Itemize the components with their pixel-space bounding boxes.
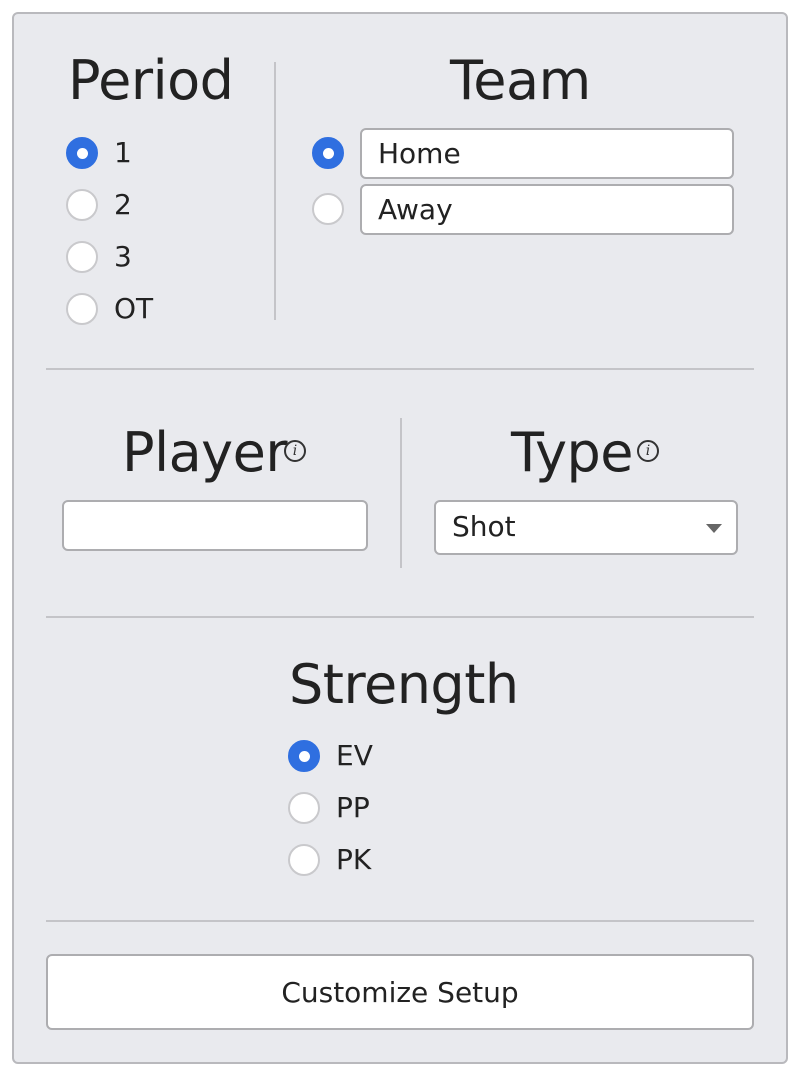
away-team-name-input[interactable] xyxy=(360,184,734,235)
player-input[interactable] xyxy=(62,500,368,551)
type-select-value: Shot xyxy=(452,510,516,543)
chevron-down-icon xyxy=(706,524,722,533)
strength-pk-radio[interactable] xyxy=(288,844,320,876)
period-1-radio[interactable] xyxy=(66,137,98,169)
period-3-label: 3 xyxy=(114,240,132,273)
period-2-label: 2 xyxy=(114,188,132,221)
home-team-name-input[interactable] xyxy=(360,128,734,179)
period-ot-label: OT xyxy=(114,292,154,325)
period-1-label: 1 xyxy=(114,136,132,169)
team-heading: Team xyxy=(450,49,591,112)
team-home-radio[interactable] xyxy=(312,137,344,169)
strength-pp-radio[interactable] xyxy=(288,792,320,824)
period-3-radio[interactable] xyxy=(66,241,98,273)
section-divider xyxy=(46,920,754,922)
strength-pp-label: PP xyxy=(336,791,370,824)
type-heading: Type xyxy=(511,421,634,484)
team-away-radio[interactable] xyxy=(312,193,344,225)
player-heading: Player xyxy=(122,421,288,484)
period-ot-radio[interactable] xyxy=(66,293,98,325)
period-heading: Period xyxy=(68,49,234,112)
player-info-icon[interactable]: i xyxy=(284,440,306,462)
strength-ev-radio[interactable] xyxy=(288,740,320,772)
strength-heading: Strength xyxy=(289,653,519,716)
section-divider xyxy=(46,368,754,370)
strength-ev-label: EV xyxy=(336,739,373,772)
period-2-radio[interactable] xyxy=(66,189,98,221)
type-info-icon[interactable]: i xyxy=(637,440,659,462)
player-type-divider xyxy=(400,418,402,568)
type-select[interactable]: Shot xyxy=(434,500,738,555)
strength-pk-label: PK xyxy=(336,843,372,876)
section-divider xyxy=(46,616,754,618)
customize-setup-button[interactable]: Customize Setup xyxy=(46,954,754,1030)
period-team-divider xyxy=(274,62,276,320)
